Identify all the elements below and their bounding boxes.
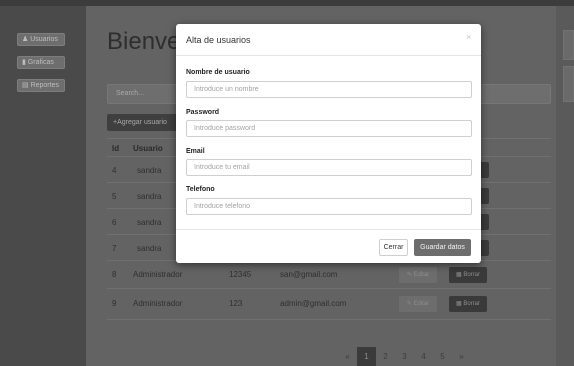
sidebar-item-label: Graficas [27,59,54,66]
pagination: « 1 2 3 4 5 » [338,347,471,366]
sidebar-item-label: Reportes [30,82,59,89]
user-modal: Alta de usuarios × Nombre de usuario Int… [176,24,481,263]
cell-usuario: sandra [137,244,162,253]
cell-id: 4 [112,166,117,175]
right-panel [556,6,574,366]
phone-field[interactable]: Introduce telefono [186,198,472,215]
edit-button[interactable]: ✎ Editar [399,296,437,312]
cell-id: 6 [112,218,117,227]
delete-label: Borrar [463,301,480,307]
email-field[interactable]: Introduce tu email [186,159,472,176]
report-icon: ▤ [22,82,31,89]
page-5[interactable]: 5 [433,347,452,366]
edit-button[interactable]: ✎ Editar [399,267,437,283]
password-field[interactable]: Introduce password [186,120,472,137]
cell-password: 123 [229,299,243,308]
add-user-label: Agregar usuario [117,119,167,126]
cell-id: 7 [112,244,117,253]
page-4[interactable]: 4 [414,347,433,366]
column-header-usuario: Usuario [133,144,163,153]
sidebar-item-label: Usuarios [30,36,58,43]
delete-button[interactable]: ▦ Borrar [449,296,487,312]
sidebar-item-usuarios[interactable]: ♟ Usuarios [17,33,65,46]
pencil-icon: ✎ [406,301,414,307]
cell-usuario: sandra [137,218,162,227]
cell-email: san@gmail.com [280,270,338,279]
delete-label: Borrar [463,272,480,278]
cell-password: 12345 [229,270,252,279]
delete-button[interactable]: ▦ Borrar [449,267,487,283]
cell-usuario: Administrador [133,270,183,279]
cell-usuario: sandra [137,166,162,175]
cell-id: 9 [112,299,117,308]
page-1[interactable]: 1 [357,347,376,366]
right-panel-box [563,30,574,60]
pencil-icon: ✎ [406,272,414,278]
cell-id: 5 [112,192,117,201]
edit-label: Editar [413,301,430,307]
table-row: 9 Administrador 123 admin@gmail.com ✎ Ed… [107,288,551,320]
sidebar-item-graficas[interactable]: ▮ Graficas [17,56,65,69]
modal-title: Alta de usuarios [186,35,251,45]
cell-usuario: Administrador [133,299,183,308]
sidebar-item-reportes[interactable]: ▤ Reportes [17,79,65,92]
close-icon[interactable]: × [466,32,471,42]
close-button[interactable]: Cerrar [379,239,408,256]
username-field[interactable]: Introduce un nombre [186,81,472,98]
table-row: 8 Administrador 12345 san@gmail.com ✎ Ed… [107,260,551,289]
cell-id: 8 [112,270,117,279]
page-next[interactable]: » [452,347,471,366]
add-user-button[interactable]: +Agregar usuario [107,114,177,131]
phone-label: Telefono [186,186,215,193]
page-3[interactable]: 3 [395,347,414,366]
page-2[interactable]: 2 [376,347,395,366]
email-label: Email [186,148,205,155]
user-icon: ♟ [22,36,31,43]
password-label: Password [186,109,220,116]
username-label: Nombre de usuario [186,69,250,76]
right-panel-box [563,66,574,102]
column-header-id: Id [112,144,120,153]
divider [176,55,481,56]
divider [176,229,481,230]
save-button[interactable]: Guardar datos [414,239,471,256]
cell-email: admin@gmail.com [280,299,347,308]
page-prev[interactable]: « [338,347,357,366]
edit-label: Editar [413,272,430,278]
cell-usuario: sandra [137,192,162,201]
